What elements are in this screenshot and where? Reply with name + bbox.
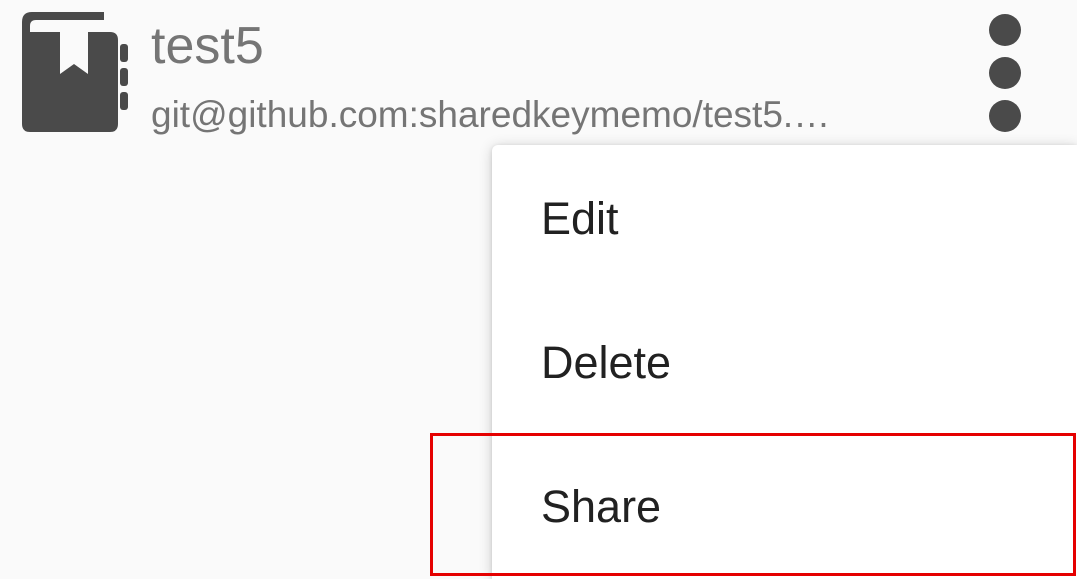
menu-item-edit[interactable]: Edit xyxy=(492,145,1077,289)
context-menu: Edit Delete Share xyxy=(492,145,1077,579)
repository-remote-url: git@github.com:sharedkeymemo/test5.… xyxy=(151,94,831,135)
repository-list-item[interactable]: test5 git@github.com:sharedkeymemo/test5… xyxy=(0,0,1077,145)
more-options-button[interactable] xyxy=(972,10,1038,134)
menu-item-label: Share xyxy=(541,481,662,532)
repository-name: test5 xyxy=(151,17,264,75)
repository-book-icon xyxy=(22,12,128,132)
menu-item-label: Edit xyxy=(541,193,619,244)
menu-item-share[interactable]: Share xyxy=(492,433,1077,577)
more-vertical-icon xyxy=(989,14,1021,46)
menu-item-label: Delete xyxy=(541,337,672,388)
more-vertical-icon xyxy=(989,57,1021,89)
menu-item-delete[interactable]: Delete xyxy=(492,289,1077,433)
more-vertical-icon xyxy=(989,100,1021,132)
